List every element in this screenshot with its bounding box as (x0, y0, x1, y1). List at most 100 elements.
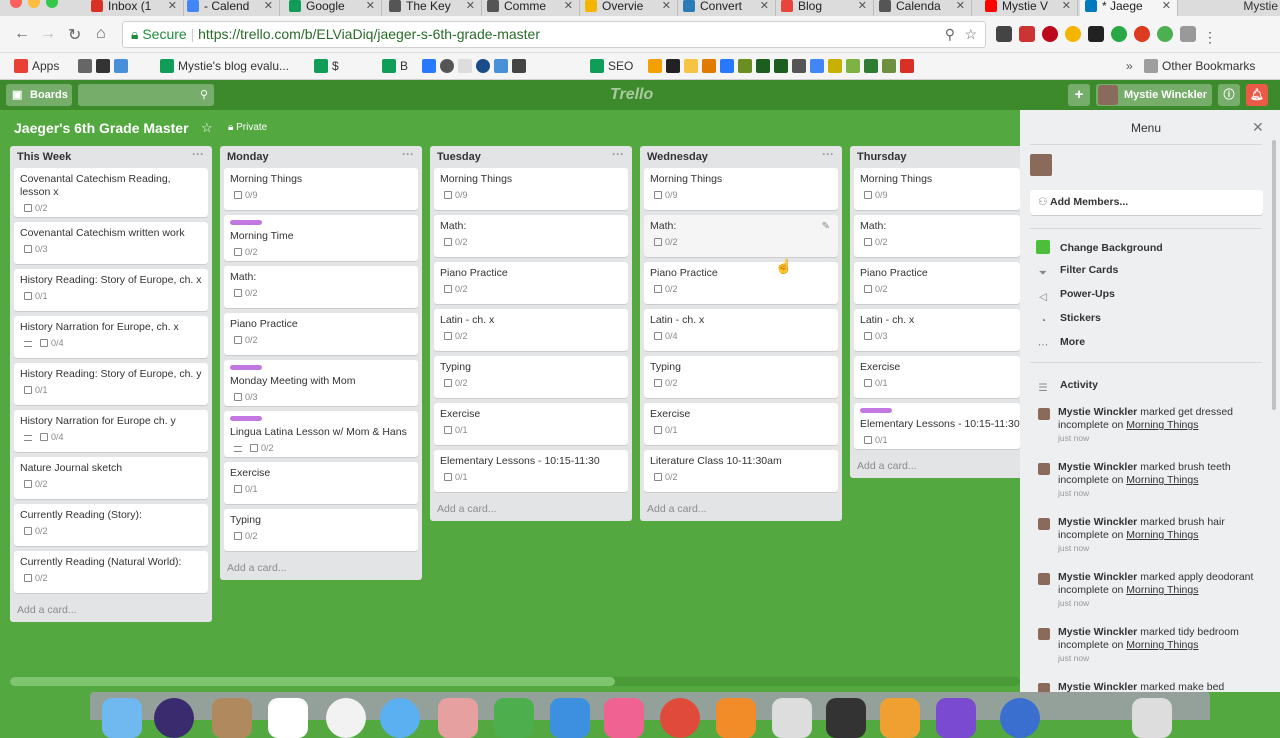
card[interactable]: Typing 0/2 (224, 509, 418, 551)
menu-item-change-background[interactable]: Change Background (1036, 240, 1163, 254)
browser-tab[interactable]: Convert ✕ (678, 0, 776, 16)
bookmark-icon[interactable] (864, 59, 878, 73)
list-this-week[interactable]: This Week ··· Covenantal Catechism Reading… (10, 146, 212, 622)
activity-user[interactable]: Mystie Winckler (1058, 516, 1137, 528)
browser-tab[interactable]: Comme ✕ (482, 0, 580, 16)
list-header[interactable]: Thursday (850, 146, 1020, 168)
list-menu-icon[interactable]: ··· (822, 147, 834, 161)
app-icon[interactable] (716, 698, 756, 738)
tab-close-icon[interactable]: ✕ (662, 0, 671, 16)
bookmark-icon[interactable] (846, 59, 860, 73)
bookmark-icon[interactable] (738, 59, 752, 73)
extension-icon[interactable] (996, 26, 1012, 42)
tab-close-icon[interactable]: ✕ (366, 0, 375, 16)
extension-icon[interactable] (1157, 26, 1173, 42)
card[interactable]: Covenantal Catechism Reading, lesson x 0/… (14, 168, 208, 217)
card[interactable]: Math: 0/2 (854, 215, 1020, 257)
bookmarks-overflow-icon[interactable]: » (1126, 53, 1133, 79)
card[interactable]: Monday Meeting with Mom 0/3 (224, 360, 418, 406)
card[interactable]: Exercise 0/1 (224, 462, 418, 504)
bookmark-icon[interactable] (720, 59, 734, 73)
bookmark-icon[interactable] (458, 59, 472, 73)
browser-tab[interactable]: - Calend ✕ (182, 0, 280, 16)
home-icon[interactable]: ⌂ (96, 25, 106, 43)
finder-icon[interactable] (102, 698, 142, 738)
forward-icon[interactable]: → (40, 25, 56, 43)
card[interactable]: History Narration for Europe, ch. x 0/4 (14, 316, 208, 358)
card[interactable]: History Reading: Story of Europe, ch. y 0… (14, 363, 208, 405)
bookmark-icon[interactable] (774, 59, 788, 73)
tab-close-icon[interactable]: ✕ (1062, 0, 1071, 16)
safari-icon[interactable] (380, 698, 420, 738)
profile-name[interactable]: Mystie (1243, 0, 1278, 16)
chrome-menu-icon[interactable]: ⋮ (1203, 30, 1219, 46)
board-horizontal-scrollbar[interactable] (10, 677, 1020, 686)
visibility-button[interactable]: 🔒︎ Private (228, 122, 267, 133)
chrome-icon[interactable] (660, 698, 700, 738)
back-icon[interactable]: ← (14, 25, 30, 43)
bookmark-icon[interactable] (96, 59, 110, 73)
app-icon[interactable] (826, 698, 866, 738)
add-members-button[interactable]: ⚇ Add Members... (1030, 190, 1263, 215)
avatar[interactable] (1038, 408, 1050, 420)
bookmark-star-icon[interactable]: ☆ (964, 22, 977, 47)
info-icon[interactable]: ⓘ (1218, 84, 1240, 106)
card[interactable]: Exercise 0/1 (644, 403, 838, 445)
list-menu-icon[interactable]: ··· (192, 147, 204, 161)
card[interactable]: Currently Reading (Natural World): 0/2 (14, 551, 208, 593)
extension-icon[interactable] (1134, 26, 1150, 42)
app-icon[interactable] (1000, 698, 1040, 738)
list-thursday[interactable]: Thursday Morning Things 0/9 Math: 0/2 Piano P… (850, 146, 1020, 478)
card[interactable]: Piano Practice 0/2 (644, 262, 838, 304)
card[interactable]: Morning Things 0/9 (434, 168, 628, 210)
edit-pencil-icon[interactable]: ✎ (822, 221, 830, 232)
activity-card-link[interactable]: Morning Things (1126, 584, 1198, 596)
avatar[interactable] (1038, 463, 1050, 475)
bookmark-icon[interactable] (684, 59, 698, 73)
bookmark-icon[interactable] (828, 59, 842, 73)
create-plus-button[interactable]: + (1068, 84, 1090, 106)
other-bookmarks[interactable]: Other Bookmarks (1144, 53, 1255, 79)
extension-icon[interactable] (1019, 26, 1035, 42)
gmail-icon[interactable] (900, 59, 914, 73)
list-tuesday[interactable]: Tuesday ··· Morning Things 0/9 Math: 0/2 Piano… (430, 146, 632, 521)
search-icon[interactable]: ⚲ (945, 22, 955, 47)
menu-item-more[interactable]: ⋯ More (1036, 336, 1085, 353)
minimize-window-icon[interactable] (28, 0, 40, 8)
extension-icon[interactable] (1088, 26, 1104, 42)
list-header[interactable]: Tuesday ··· (430, 146, 632, 168)
bookmark-icon[interactable] (756, 59, 770, 73)
card[interactable]: Piano Practice 0/2 (224, 313, 418, 355)
card[interactable]: Latin - ch. x 0/2 (434, 309, 628, 351)
activity-user[interactable]: Mystie Winckler (1058, 461, 1137, 473)
card[interactable]: Literature Class 10-11:30am 0/2 (644, 450, 838, 492)
activity-user[interactable]: Mystie Winckler (1058, 626, 1137, 638)
google-icon[interactable] (810, 59, 824, 73)
browser-tab[interactable]: The Key ✕ (384, 0, 482, 16)
browser-tab[interactable]: Inbox (1 ✕ (86, 0, 184, 16)
card[interactable]: Morning Things 0/9 (854, 168, 1020, 210)
tab-close-icon[interactable]: ✕ (760, 0, 769, 16)
browser-tab[interactable]: Calenda ✕ (874, 0, 972, 16)
tab-close-icon[interactable]: ✕ (564, 0, 573, 16)
activity-user[interactable]: Mystie Winckler (1058, 406, 1137, 418)
card[interactable]: Latin - ch. x 0/3 (854, 309, 1020, 351)
menu-item-power-ups[interactable]: ◁ Power-Ups (1036, 288, 1115, 305)
trash-icon[interactable] (1132, 698, 1172, 738)
bookmark-icon[interactable] (440, 59, 454, 73)
card[interactable]: Math: 0/2 ✎ (644, 215, 838, 257)
bookmark-dollar[interactable]: $ (314, 53, 339, 79)
bookmark-icon[interactable] (78, 59, 92, 73)
browser-tab[interactable]: Mystie V ✕ (980, 0, 1078, 16)
card[interactable]: Exercise 0/1 (854, 356, 1020, 398)
card[interactable]: Morning Things 0/9 (644, 168, 838, 210)
keynote-icon[interactable] (550, 698, 590, 738)
calendar-icon[interactable] (268, 698, 308, 738)
add-card-button[interactable]: Add a card... (640, 497, 842, 521)
browser-tab[interactable]: Blog ✕ (776, 0, 874, 16)
list-monday[interactable]: Monday ··· Morning Things 0/9 Morning Time 0/… (220, 146, 422, 580)
bookmark-icon[interactable] (882, 59, 896, 73)
card[interactable]: Morning Time 0/2 (224, 215, 418, 261)
app-icon[interactable] (936, 698, 976, 738)
menu-item-filter-cards[interactable]: ⏷ Filter Cards (1036, 264, 1119, 281)
